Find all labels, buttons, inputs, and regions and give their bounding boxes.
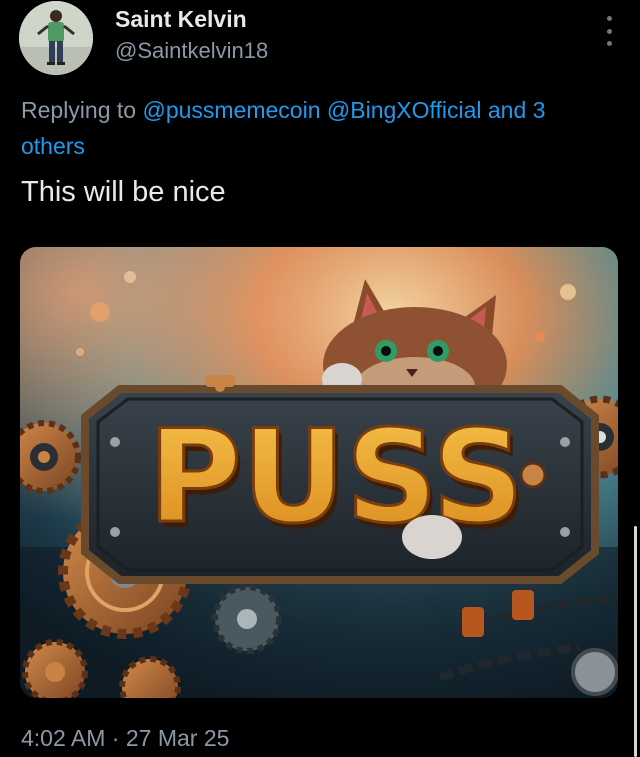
avatar[interactable] [19, 1, 93, 75]
others-link[interactable]: others [21, 133, 85, 159]
dot [606, 28, 612, 34]
author-display-name[interactable]: Saint Kelvin [115, 6, 247, 33]
puss-artwork: PUSS PUSS [20, 247, 618, 698]
dot [606, 16, 612, 21]
tweet-media-image[interactable]: PUSS PUSS [20, 247, 618, 698]
tweet-text: This will be nice [21, 176, 226, 208]
avatar-photo [19, 1, 93, 75]
mention-bingxofficial[interactable]: @BingXOfficial [327, 97, 482, 123]
tweet-date: 27 Mar 25 [125, 725, 230, 751]
mention-pussmemecoin[interactable]: @pussmemecoin [142, 97, 320, 123]
replying-to: Replying to @pussmemecoin @BingXOfficial… [21, 92, 640, 164]
author-handle[interactable]: @Saintkelvin18 [115, 38, 268, 64]
more-options-icon[interactable] [604, 16, 614, 46]
replying-to-label: Replying to [21, 97, 137, 123]
scrollbar[interactable] [634, 526, 637, 757]
dot [606, 41, 612, 46]
tweet-timestamp[interactable]: 4:02 AM · 27 Mar 25 [21, 725, 229, 752]
tweet-time: 4:02 AM [21, 725, 106, 751]
timestamp-separator: · [111, 725, 120, 751]
and-others-link[interactable]: and 3 [488, 97, 546, 123]
puss-logo-text: PUSS [148, 403, 524, 552]
